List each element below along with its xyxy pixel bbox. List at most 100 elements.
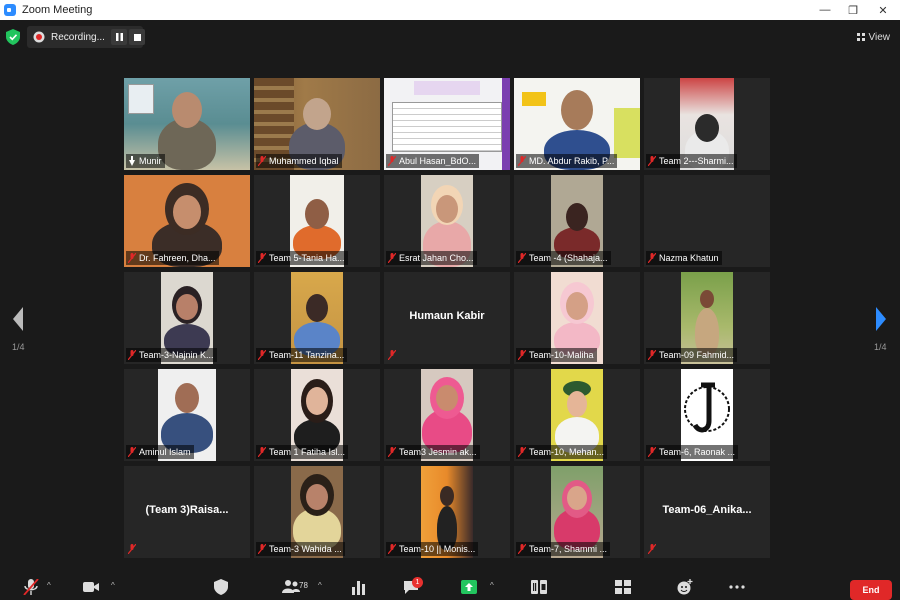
participants-options-chevron-icon[interactable]: ^ bbox=[318, 581, 322, 590]
unmute-mic-icon[interactable] bbox=[22, 579, 40, 595]
muted-mic-icon bbox=[648, 447, 656, 457]
muted-mic-icon bbox=[388, 350, 396, 360]
security-icon[interactable] bbox=[212, 579, 230, 595]
breakout-rooms-icon[interactable] bbox=[614, 579, 632, 595]
view-button[interactable]: View bbox=[853, 28, 895, 46]
participant-name: Esrat Jahan Cho... bbox=[399, 253, 474, 263]
muted-mic-icon bbox=[388, 447, 396, 457]
participant-name: Team 1 Fatiha Isl... bbox=[269, 447, 346, 457]
minimize-button[interactable]: — bbox=[810, 0, 840, 20]
next-page-arrow-icon[interactable] bbox=[874, 306, 888, 332]
participant-tile[interactable]: Aminul Islam bbox=[124, 369, 250, 461]
participant-name-tag: Aminul Islam bbox=[126, 445, 194, 459]
muted-mic-icon bbox=[388, 156, 396, 166]
close-button[interactable]: ✕ bbox=[868, 0, 898, 20]
participant-name-tag: Team-3-Najnin K... bbox=[126, 348, 217, 362]
share-screen-icon[interactable] bbox=[460, 579, 478, 595]
participant-tile[interactable]: Team-6, Raonak ... bbox=[644, 369, 770, 461]
security-shield-icon[interactable] bbox=[6, 29, 20, 45]
participant-name: Team-11 Tanzina... bbox=[269, 350, 345, 360]
muted-mic-icon bbox=[648, 350, 656, 360]
reactions-icon[interactable] bbox=[676, 579, 694, 595]
participant-name: Team-10 || Monis... bbox=[399, 544, 476, 554]
participant-tile[interactable]: Team-3 Wahida ... bbox=[254, 466, 380, 558]
stop-recording-button[interactable] bbox=[129, 29, 145, 45]
participant-tile[interactable]: Team-06_Anika... bbox=[644, 466, 770, 558]
participant-name-tag: Dr. Fahreen, Dha... bbox=[126, 251, 219, 265]
letter-j-logo-icon bbox=[684, 382, 730, 433]
previous-page-arrow-icon[interactable] bbox=[11, 306, 25, 332]
participant-name-tag: Team3 Jesmin ak... bbox=[386, 445, 480, 459]
share-options-chevron-icon[interactable]: ^ bbox=[490, 581, 494, 590]
participant-name: Team-10-Maliha bbox=[529, 350, 594, 360]
participant-tile[interactable]: Team-10, Mehan... bbox=[514, 369, 640, 461]
participant-name-tag: Team-10 || Monis... bbox=[386, 542, 479, 556]
participant-tile[interactable]: Team-09 Fahmid... bbox=[644, 272, 770, 364]
polls-chart-icon[interactable] bbox=[350, 579, 368, 595]
end-meeting-button[interactable]: End bbox=[850, 580, 892, 600]
participant-tile[interactable]: Team 2---Sharmi... bbox=[644, 78, 770, 170]
muted-mic-icon bbox=[258, 544, 266, 554]
more-options-icon[interactable] bbox=[728, 579, 746, 595]
participant-name: Abul Hasan_BdO... bbox=[399, 156, 477, 166]
page-indicator-right: 1/4 bbox=[874, 342, 887, 352]
muted-mic-icon bbox=[128, 350, 136, 360]
participant-name-tag: Team-09 Fahmid... bbox=[646, 348, 738, 362]
restore-button[interactable]: ❐ bbox=[838, 0, 868, 20]
participant-tile[interactable]: Team-10 || Monis... bbox=[384, 466, 510, 558]
participant-tile[interactable]: Team3 Jesmin ak... bbox=[384, 369, 510, 461]
participant-tile[interactable]: Dr. Fahreen, Dha... bbox=[124, 175, 250, 267]
muted-mic-icon bbox=[388, 253, 396, 263]
participant-tile[interactable]: Team-7, Shammi ... bbox=[514, 466, 640, 558]
participant-name: Team-3-Najnin K... bbox=[139, 350, 214, 360]
participant-tile[interactable]: Team-3-Najnin K... bbox=[124, 272, 250, 364]
muted-mic-icon bbox=[258, 350, 266, 360]
participant-name-tag: Team-11 Tanzina... bbox=[256, 348, 348, 362]
participant-tile[interactable]: Team -4 (Shahaja... bbox=[514, 175, 640, 267]
muted-mic-icon bbox=[518, 544, 526, 554]
window-titlebar: Zoom Meeting — ❐ ✕ bbox=[0, 0, 900, 20]
recording-icon bbox=[33, 31, 45, 43]
participant-tile[interactable]: Team-10-Maliha bbox=[514, 272, 640, 364]
participant-name: Nazma Khatun bbox=[659, 253, 719, 263]
muted-mic-icon bbox=[128, 253, 136, 263]
recording-controls-icon[interactable] bbox=[530, 579, 548, 595]
muted-mic-icon bbox=[258, 447, 266, 457]
participant-display-name: Team-06_Anika... bbox=[662, 504, 752, 516]
chat-unread-badge: 1 bbox=[412, 577, 423, 588]
participant-tile[interactable]: Humaun Kabir bbox=[384, 272, 510, 364]
participant-tile[interactable]: Team 1 Fatiha Isl... bbox=[254, 369, 380, 461]
muted-mic-icon bbox=[258, 253, 266, 263]
participant-tile[interactable]: Munir bbox=[124, 78, 250, 170]
video-camera-icon[interactable] bbox=[82, 579, 100, 595]
participant-tile[interactable]: Abul Hasan_BdO... bbox=[384, 78, 510, 170]
participant-name-tag: Team 1 Fatiha Isl... bbox=[256, 445, 349, 459]
video-options-chevron-icon[interactable]: ^ bbox=[111, 581, 115, 590]
participant-name: Team-09 Fahmid... bbox=[659, 350, 735, 360]
participant-name-tag: MD. Abdur Rakib, P... bbox=[516, 154, 618, 168]
pin-icon bbox=[129, 156, 135, 166]
participant-tile[interactable]: Muhammed Iqbal bbox=[254, 78, 380, 170]
participant-name-tag: Team-3 Wahida ... bbox=[256, 542, 345, 556]
participant-name: Team3 Jesmin ak... bbox=[399, 447, 477, 457]
muted-mic-icon bbox=[518, 253, 526, 263]
participant-name: Team-3 Wahida ... bbox=[269, 544, 342, 554]
view-label: View bbox=[868, 31, 891, 43]
muted-mic-icon bbox=[518, 156, 526, 166]
participant-tile[interactable]: MD. Abdur Rakib, P... bbox=[514, 78, 640, 170]
participant-tile[interactable]: (Team 3)Raisa... bbox=[124, 466, 250, 558]
participant-tile[interactable]: Team 5-Tania Ha... bbox=[254, 175, 380, 267]
participant-name-tag: Nazma Khatun bbox=[646, 251, 722, 265]
participant-name-tag: Team-6, Raonak ... bbox=[646, 445, 739, 459]
muted-mic-icon bbox=[128, 544, 136, 554]
participant-name: Aminul Islam bbox=[139, 447, 191, 457]
participant-name-tag: Team -4 (Shahaja... bbox=[516, 251, 611, 265]
gallery-view: Munir Muhammed Iqbal Abul Hasan_BdO... M… bbox=[124, 78, 774, 560]
muted-mic-icon bbox=[648, 156, 656, 166]
pause-recording-button[interactable] bbox=[111, 29, 127, 45]
participant-tile[interactable]: Nazma Khatun bbox=[644, 175, 770, 267]
participants-icon[interactable] bbox=[282, 579, 300, 595]
participant-tile[interactable]: Team-11 Tanzina... bbox=[254, 272, 380, 364]
audio-options-chevron-icon[interactable]: ^ bbox=[47, 581, 51, 590]
participant-tile[interactable]: Esrat Jahan Cho... bbox=[384, 175, 510, 267]
